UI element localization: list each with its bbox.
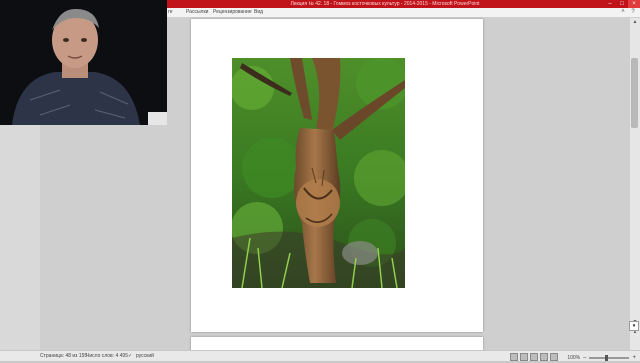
zoom-control: 100% – + <box>567 353 636 363</box>
scroll-thumb[interactable] <box>631 58 638 128</box>
tab-mailings[interactable]: Рассылки <box>186 8 208 17</box>
presenter-video <box>0 0 167 125</box>
ribbon-controls: ˄ ? <box>620 9 636 15</box>
tab-review[interactable]: Рецензирование <box>213 8 252 17</box>
window-title: Лекция № 42. 18 - Гоммоз косточковых кул… <box>290 1 480 7</box>
tree-trunk-gummosis-photo <box>232 58 405 288</box>
zoom-out-icon[interactable]: – <box>583 355 586 361</box>
tree-photo-illustration <box>232 58 405 288</box>
help-icon[interactable]: ? <box>630 9 636 15</box>
status-bar: Страница: 48 из 155 Число слов: 4 495 ✓ … <box>0 350 640 361</box>
zoom-slider[interactable] <box>589 355 630 361</box>
scroll-up-icon[interactable]: ▲ <box>630 18 640 26</box>
zoom-slider-knob[interactable] <box>605 355 609 361</box>
window-controls: – □ × <box>604 0 640 8</box>
zoom-in-icon[interactable]: + <box>632 355 636 361</box>
ribbon-collapse-icon[interactable]: ˄ <box>620 9 626 15</box>
tab-home[interactable]: ге <box>168 8 173 17</box>
next-page-icon[interactable]: ▾ <box>629 321 639 331</box>
tab-view[interactable]: Вид <box>254 8 263 17</box>
webcam-overlay <box>0 0 167 125</box>
minimize-icon[interactable]: – <box>604 0 616 8</box>
zoom-level[interactable]: 100% <box>567 353 580 363</box>
maximize-icon[interactable]: □ <box>616 0 628 8</box>
vertical-scrollbar[interactable]: ▲ ▼ ▴ <box>629 18 640 350</box>
close-icon[interactable]: × <box>628 0 640 8</box>
